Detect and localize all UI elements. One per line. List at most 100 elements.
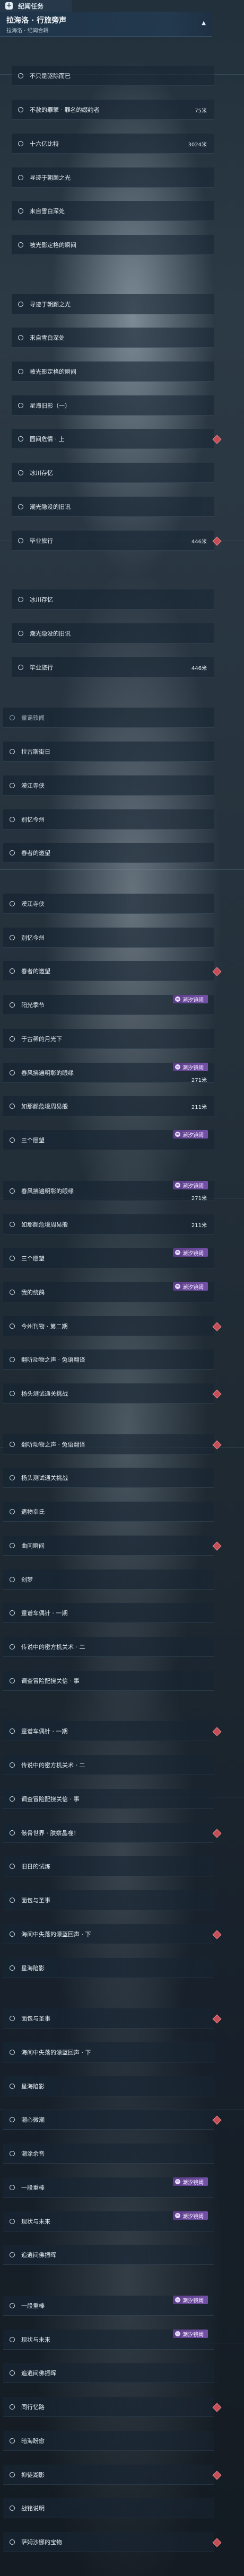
- quest-row[interactable]: 调查冒险配挠关信 · 事: [3, 1671, 214, 1691]
- quest-ring-icon: [18, 403, 23, 408]
- quest-row[interactable]: 潮涂余音: [3, 2143, 214, 2164]
- quest-ring-icon: [10, 2084, 15, 2089]
- quest-row[interactable]: 杨头测试通关挑战: [3, 1468, 214, 1488]
- quest-row[interactable]: 今州刊物 · 第二期: [3, 1316, 214, 1336]
- quest-group-header[interactable]: 拉海洛 · 行旅旁声 拉海洛 · 纪闻合辑 ▲: [0, 12, 212, 37]
- quest-row[interactable]: 被光影定格的瞬间: [12, 361, 214, 382]
- quest-row[interactable]: 遗物幸氏: [3, 1502, 214, 1522]
- quest-row[interactable]: 潮心微潮: [3, 2110, 214, 2130]
- quest-row[interactable]: 潮光隐没的旧讯: [12, 497, 214, 517]
- quest-ring-icon: [10, 2151, 15, 2156]
- tab-lore-quests[interactable]: + 纪闻任务: [0, 0, 72, 12]
- quest-row[interactable]: 暗海盼愈: [3, 2431, 214, 2451]
- quest-row[interactable]: 星海陷影: [3, 2076, 214, 2096]
- quest-row[interactable]: 被光影定格的瞬间: [12, 235, 214, 255]
- quest-row[interactable]: 阳光季节 ≈ 潮汐镜阈: [3, 995, 214, 1015]
- quest-row[interactable]: 三个愿望 ≈ 潮汐镜阈: [3, 1130, 214, 1150]
- quest-ring-icon: [10, 1965, 15, 1971]
- quest-row[interactable]: 不赦的罪孽 · 罪名的缀约者 75米: [12, 100, 214, 120]
- quest-ring-icon: [10, 1002, 15, 1008]
- quest-row[interactable]: 漠江寺侠: [3, 894, 214, 914]
- quest-row[interactable]: 童谱车偶针 · 一期: [3, 1603, 214, 1623]
- quest-row[interactable]: 于古稀的月光下: [3, 1029, 214, 1049]
- quest-row[interactable]: 创梦: [3, 1569, 214, 1590]
- quest-row[interactable]: 拉古斯街日: [3, 742, 214, 762]
- quest-row[interactable]: 一段重棒 ≈ 潮汐镜阈: [3, 2177, 214, 2198]
- quest-row[interactable]: 星海陷影: [3, 1958, 214, 1978]
- quest-row[interactable]: 潮光隐没的旧讯: [12, 623, 214, 643]
- quest-label: 潮光隐没的旧讯: [30, 504, 71, 510]
- quest-row[interactable]: 翻听动物之声 · 兔语翻译: [3, 1349, 214, 1370]
- quest-row[interactable]: 春者的邀望: [3, 961, 214, 981]
- wave-icon: ≈: [175, 1183, 180, 1188]
- quest-row[interactable]: 杨头测试通关挑战: [3, 1383, 214, 1404]
- quest-distance: 446米: [191, 666, 207, 672]
- quest-row[interactable]: 冰川存忆: [12, 463, 214, 483]
- quest-ring-icon: [10, 2219, 15, 2224]
- quest-row[interactable]: 追逍间佛振晖: [3, 2245, 214, 2265]
- quest-row[interactable]: 寻迹于朝颜之光: [12, 167, 214, 188]
- quest-row[interactable]: 同行忆路: [3, 2397, 214, 2417]
- quest-row[interactable]: 春风拂遍明彰的眼缘 ≈ 潮汐镜阈 271米: [3, 1063, 214, 1083]
- quest-row[interactable]: 漠江寺侠: [3, 775, 214, 796]
- quest-row[interactable]: 来自雪白深处: [12, 328, 214, 348]
- quest-row[interactable]: 毕业旅行 446米: [12, 657, 214, 677]
- quest-row[interactable]: 童谣轶闻: [3, 708, 214, 728]
- quest-row[interactable]: 萨姆沙娜的宝物: [3, 2532, 214, 2552]
- collapse-arrow-icon[interactable]: ▲: [202, 20, 206, 26]
- quest-label: 阳光季节: [21, 1002, 45, 1009]
- quest-label: 星海陷影: [21, 1965, 45, 1972]
- quest-row[interactable]: 童谱车偶针 · 一期: [3, 1721, 214, 1741]
- quest-ring-icon: [10, 817, 15, 822]
- quest-row[interactable]: 面包与圣事: [3, 2008, 214, 2028]
- wave-icon: ≈: [175, 1284, 180, 1289]
- quest-row[interactable]: 海间中失落的漂蓝回声 · 下: [3, 1924, 214, 1944]
- wave-icon: ≈: [175, 2331, 180, 2336]
- quest-distance: 211米: [191, 1105, 207, 1110]
- quest-ring-icon: [18, 470, 23, 475]
- event-badge: ≈ 潮汐镜阈: [173, 1282, 208, 1291]
- quest-label: 杨头测试通关挑战: [21, 1390, 68, 1397]
- quest-label: 星海旧影（一）: [30, 402, 71, 409]
- quest-row[interactable]: 抑徒湖影: [3, 2465, 214, 2485]
- quest-label: 毕业旅行: [30, 664, 53, 671]
- quest-ring-icon: [10, 2303, 15, 2308]
- quest-ring-icon: [10, 1543, 15, 1548]
- quest-row[interactable]: 三个愿望 ≈ 潮汐镜阈: [3, 1248, 214, 1268]
- quest-row[interactable]: 春者的邀望: [3, 843, 214, 863]
- quest-row[interactable]: 来自雪白深处: [12, 201, 214, 221]
- quest-row[interactable]: 传说中的密方机关术 · 二: [3, 1637, 214, 1657]
- quest-ring-icon: [10, 1678, 15, 1683]
- quest-row[interactable]: 一段重棒 ≈ 潮汐镜阈: [3, 2296, 214, 2316]
- quest-row[interactable]: 传说中的密方机关术 · 二: [3, 1755, 214, 1775]
- quest-row[interactable]: 调查冒险配挠关信 · 事: [3, 1789, 214, 1809]
- quest-ring-icon: [10, 1036, 15, 1042]
- quest-row[interactable]: 星海旧影（一）: [12, 395, 214, 416]
- quest-label: 调查冒险配挠关信 · 事: [21, 1678, 80, 1684]
- quest-row[interactable]: 曲问瞬间: [3, 1536, 214, 1556]
- quest-row[interactable]: 十六亿比特 3024米: [12, 134, 214, 154]
- quest-row[interactable]: 旧日的试炼: [3, 1856, 214, 1876]
- quest-row[interactable]: 冰川存忆: [12, 589, 214, 610]
- quest-row[interactable]: 别忆今州: [3, 809, 214, 830]
- quest-row[interactable]: 园间危情 · 上: [12, 429, 214, 449]
- quest-row[interactable]: 不只是驱除而已: [12, 66, 214, 86]
- quest-row[interactable]: 翻听动物之声 · 兔语翻译: [3, 1434, 214, 1454]
- quest-row[interactable]: 现状与未来 ≈ 潮汐镜阈: [3, 2330, 214, 2350]
- quest-ring-icon: [18, 631, 23, 636]
- quest-row[interactable]: 现状与未来 ≈ 潮汐镜阈: [3, 2211, 214, 2231]
- quest-row[interactable]: 毕业旅行 446米: [12, 531, 214, 551]
- quest-row[interactable]: 如那颜危境周易般 211米: [3, 1096, 214, 1116]
- quest-ring-icon: [18, 107, 23, 112]
- quest-row[interactable]: 面包与圣事: [3, 1890, 214, 1910]
- quest-row[interactable]: 海间中失落的漂蓝回声 · 下: [3, 2042, 214, 2062]
- quest-row[interactable]: 寻迹于朝颜之光: [12, 294, 214, 314]
- quest-row[interactable]: 战铭说明: [3, 2498, 214, 2518]
- quest-row[interactable]: 骸骨世界 · 肤察晶噬！: [3, 1823, 214, 1843]
- quest-row[interactable]: 我的统鸽 ≈ 潮汐镜阈: [3, 1282, 214, 1302]
- quest-row[interactable]: 别忆今州: [3, 928, 214, 948]
- quest-row[interactable]: 春风拂遍明彰的眼缘 ≈ 潮汐镜阈 271米: [3, 1181, 214, 1202]
- quest-row[interactable]: 追逍间佛振晖: [3, 2363, 214, 2383]
- quest-row[interactable]: 如那颜危境周易般 211米: [3, 1214, 214, 1234]
- quest-ring-icon: [10, 2050, 15, 2055]
